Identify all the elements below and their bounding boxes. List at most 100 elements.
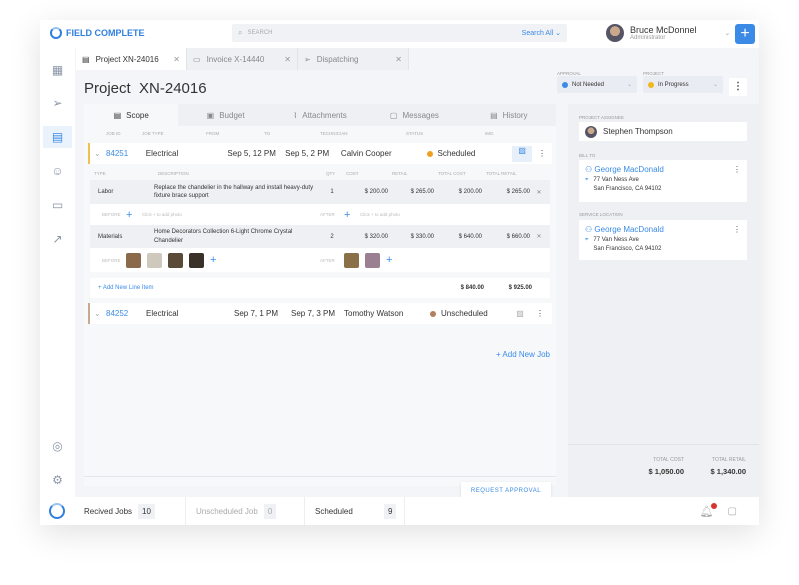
add-photo-icon[interactable]: + [386, 254, 392, 266]
col-header: JOB TYPE [142, 130, 164, 136]
assignee-card[interactable]: Stephen Thompson [579, 122, 747, 141]
close-icon[interactable]: ✕ [173, 55, 180, 64]
users-icon[interactable]: ☺ [49, 163, 66, 180]
after-label: AFTER [320, 212, 335, 217]
image-icon[interactable]: ▨ [510, 309, 530, 318]
tab-dispatching[interactable]: ➢ Dispatching ✕ [298, 48, 409, 70]
more-button[interactable]: ⋮ [733, 164, 741, 176]
delete-icon[interactable]: ✕ [530, 189, 548, 196]
line-retail[interactable]: $ 265.00 [388, 189, 434, 195]
tab-attachments[interactable]: ⌇ Attachments [272, 104, 368, 126]
photo-thumbnail[interactable] [189, 252, 204, 268]
unscheduled-jobs[interactable]: Unscheduled Job 0 [185, 497, 304, 525]
col-header: IMG [485, 130, 494, 136]
chevron-down-icon[interactable]: ⌄ [90, 149, 106, 158]
app-window: FIELD COMPLETE ⌕ SEARCH Search All ⌄ Bruce… [40, 20, 759, 525]
job-from[interactable]: Sep 7, 1 PM [234, 309, 291, 318]
job-technician[interactable]: Tomothy Watson [344, 309, 430, 318]
job-id[interactable]: 84252 [106, 309, 146, 318]
unscheduled-label: Unscheduled Job [196, 506, 258, 516]
add-photo-icon[interactable]: + [126, 209, 142, 221]
job-to[interactable]: Sep 7, 3 PM [291, 309, 344, 318]
settings-icon[interactable]: ⚙ [49, 472, 66, 489]
tab-scope[interactable]: ▤ Scope [84, 104, 179, 126]
dispatch-icon[interactable]: ➢ [49, 95, 66, 112]
help-icon[interactable]: ◎ [49, 438, 66, 455]
service-name[interactable]: George MacDonald [594, 225, 663, 234]
job-id[interactable]: 84251 [106, 149, 146, 158]
line-description[interactable]: Replace the chandelier in the hallway an… [154, 184, 322, 201]
document-icon[interactable]: ▤ [43, 126, 72, 148]
total-retail-label: TOTAL RETAIL [712, 457, 746, 463]
add-job-link[interactable]: + Add New Job [496, 350, 550, 359]
card-icon[interactable]: ▭ [49, 197, 66, 214]
delete-icon[interactable]: ✕ [530, 233, 548, 240]
close-icon[interactable]: ✕ [395, 55, 402, 64]
more-button[interactable]: ⋮ [729, 78, 747, 96]
add-photo-icon[interactable]: + [210, 254, 314, 266]
bill-to-name[interactable]: George MacDonald [594, 165, 663, 174]
add-photo-icon[interactable]: + [344, 209, 360, 221]
tab-label: Dispatching [316, 54, 359, 64]
add-line-item-link[interactable]: + Add New Line Item [90, 285, 436, 291]
job-status-select[interactable]: Scheduled [426, 149, 513, 158]
photo-thumbnail[interactable] [168, 252, 183, 268]
project-status-select[interactable]: In Progress ⌄ [643, 76, 723, 93]
more-button[interactable]: ⋮ [532, 149, 552, 158]
search-input[interactable]: ⌕ SEARCH Search All ⌄ [232, 24, 567, 42]
job-type-select[interactable]: Electrical [146, 149, 228, 158]
line-qty[interactable]: 1 [322, 189, 342, 195]
address-line: San Francisco, CA 94102 [593, 246, 662, 252]
scheduled-jobs[interactable]: Scheduled 9 [304, 497, 406, 525]
job-row[interactable]: ⌄ 84252 Electrical Sep 7, 1 PM Sep 7, 3 PM To… [88, 303, 552, 324]
search-scope-dropdown[interactable]: Search All ⌄ [522, 29, 561, 37]
notification-dot [710, 502, 717, 509]
photo-thumbnail[interactable] [147, 252, 162, 268]
line-item-row[interactable]: Materials Home Decorators Collection 6-Li… [90, 225, 550, 248]
service-location-card[interactable]: ⚇ George MacDonald ⋮ ⌖ 77 Van Ness Ave San … [579, 220, 747, 260]
user-name: Bruce McDonnel [630, 25, 697, 35]
job-from[interactable]: Sep 5, 12 PM [227, 149, 285, 158]
tab-history[interactable]: ▤ History [461, 104, 557, 126]
line-item-row[interactable]: Labor Replace the chandelier in the hallw… [90, 180, 550, 204]
bell-icon[interactable]: 🔔︎ [700, 502, 717, 518]
line-cost[interactable]: $ 320.00 [342, 234, 388, 240]
photo-thumbnail[interactable] [365, 252, 380, 268]
line-cost[interactable]: $ 200.00 [342, 189, 388, 195]
tab-invoice[interactable]: ▭ Invoice X-14440 ✕ [187, 48, 298, 70]
photo-row: BEFORE + Click + to add photo AFTER + Click +… [90, 204, 550, 225]
line-retail[interactable]: $ 330.00 [388, 234, 434, 240]
more-button[interactable]: ⋮ [733, 224, 741, 236]
logo-icon [50, 27, 62, 39]
job-row[interactable]: ⌄ 84251 Electrical Sep 5, 12 PM Sep 5, 2 PM C… [88, 143, 552, 164]
user-menu[interactable]: Bruce McDonnel Administrator ⌄ [606, 24, 730, 42]
add-button[interactable]: + [735, 24, 755, 44]
line-description[interactable]: Home Decorators Collection 6-Light Chrom… [154, 228, 322, 245]
job-to[interactable]: Sep 5, 2 PM [285, 149, 341, 158]
bill-to-card[interactable]: ⚇ George MacDonald ⋮ ⌖ 77 Van Ness Ave San … [579, 160, 747, 202]
chat-icon[interactable]: ▢ [728, 506, 737, 517]
tab-project[interactable]: ▤ Project XN-24016 ✕ [76, 48, 187, 70]
received-jobs[interactable]: Recived Jobs 10 [84, 503, 185, 519]
chevron-down-icon[interactable]: ⌄ [90, 309, 106, 318]
close-icon[interactable]: ✕ [284, 55, 291, 64]
job-technician[interactable]: Calvin Cooper [341, 149, 427, 158]
photo-thumbnail[interactable] [126, 252, 141, 268]
photo-thumbnail[interactable] [344, 252, 359, 268]
chart-icon[interactable]: ↗ [49, 231, 66, 248]
line-qty[interactable]: 2 [322, 234, 342, 240]
logo[interactable]: FIELD COMPLETE [50, 27, 145, 39]
tab-budget[interactable]: ▣ Budget [178, 104, 273, 126]
image-icon[interactable]: ▨ [512, 145, 533, 162]
status-dot [648, 81, 654, 88]
grid-icon[interactable]: ▦ [49, 62, 66, 79]
chevron-down-icon[interactable]: ⌄ [725, 29, 731, 37]
job-status-select[interactable]: Unscheduled [430, 309, 510, 318]
more-button[interactable]: ⋮ [530, 309, 550, 318]
col-header: QTY [326, 170, 336, 176]
approval-select[interactable]: Not Needed ⌄ [557, 76, 637, 93]
scope-panel: ▤ Scope ▣ Budget ⌇ Attachments ▢ Messages ▤ H… [84, 104, 557, 500]
line-type: Materials [98, 233, 123, 240]
tab-messages[interactable]: ▢ Messages [367, 104, 462, 126]
job-type[interactable]: Electrical [146, 309, 234, 318]
